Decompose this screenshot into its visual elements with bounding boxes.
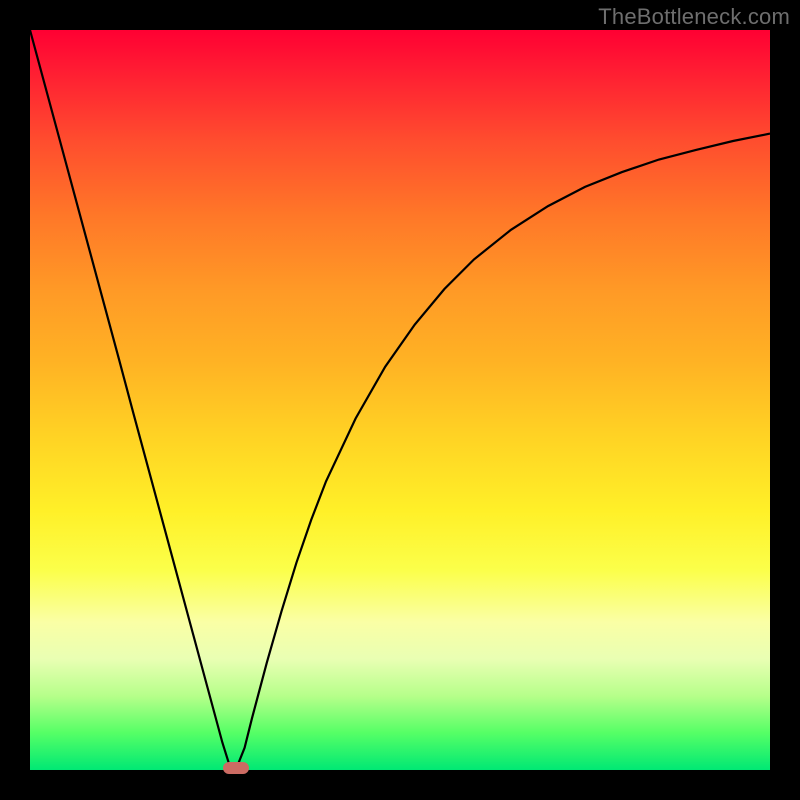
- plot-area: [30, 30, 770, 770]
- chart-frame: TheBottleneck.com: [0, 0, 800, 800]
- bottleneck-curve: [30, 30, 770, 770]
- curve-path: [30, 30, 770, 770]
- optimal-point-marker: [223, 762, 249, 774]
- watermark-text: TheBottleneck.com: [598, 4, 790, 30]
